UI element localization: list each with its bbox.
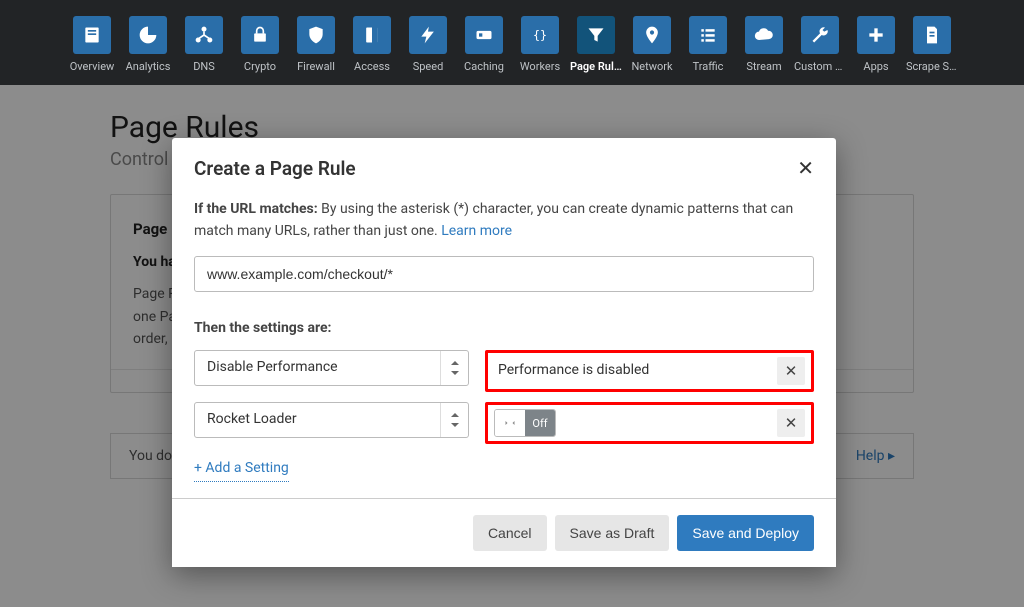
setting-value-text: Performance is disabled bbox=[494, 360, 769, 382]
nav-label: Access bbox=[346, 60, 398, 73]
workers-icon: {} bbox=[521, 16, 559, 54]
access-icon bbox=[353, 16, 391, 54]
close-icon: ✕ bbox=[797, 158, 814, 180]
nav-network[interactable]: Network bbox=[631, 16, 674, 73]
nav-access[interactable]: Access bbox=[351, 16, 394, 73]
lock-icon bbox=[241, 16, 279, 54]
nav-pagerules[interactable]: Page Rules bbox=[575, 16, 618, 73]
nav-label: Analytics bbox=[122, 60, 174, 73]
wrench-icon bbox=[801, 16, 839, 54]
setting-row: Rocket Loader Off ✕ bbox=[194, 402, 814, 444]
nav-dns[interactable]: DNS bbox=[183, 16, 226, 73]
nav-workers[interactable]: {} Workers bbox=[519, 16, 562, 73]
setting-select-disable-performance[interactable]: Disable Performance bbox=[194, 350, 469, 386]
nav-label: Speed bbox=[402, 60, 454, 73]
modal-header: Create a Page Rule ✕ bbox=[172, 138, 836, 191]
url-pattern-input[interactable] bbox=[194, 256, 814, 292]
setting-value-box: Off ✕ bbox=[485, 402, 814, 444]
nav-caching[interactable]: Caching bbox=[463, 16, 506, 73]
nav-customp[interactable]: Custom P… bbox=[799, 16, 842, 73]
nav-crypto[interactable]: Crypto bbox=[239, 16, 282, 73]
svg-text:{}: {} bbox=[533, 28, 547, 42]
nav-label: Scrape Sh… bbox=[906, 60, 958, 73]
nav-traffic[interactable]: Traffic bbox=[687, 16, 730, 73]
nav-scrape[interactable]: Scrape Sh… bbox=[911, 16, 954, 73]
save-deploy-button[interactable]: Save and Deploy bbox=[677, 515, 814, 551]
chevron-updown-icon bbox=[440, 403, 468, 437]
add-setting-link[interactable]: + Add a Setting bbox=[194, 458, 289, 482]
cancel-button[interactable]: Cancel bbox=[473, 515, 547, 551]
modal-title: Create a Page Rule bbox=[194, 157, 356, 180]
caching-icon bbox=[465, 16, 503, 54]
setting-row: Disable Performance Performance is disab… bbox=[194, 350, 814, 392]
nav-speed[interactable]: Speed bbox=[407, 16, 450, 73]
nav-label: Firewall bbox=[290, 60, 342, 73]
nav-apps[interactable]: Apps bbox=[855, 16, 898, 73]
nav-label: Traffic bbox=[682, 60, 734, 73]
top-nav: Overview Analytics DNS Crypto Firewall A… bbox=[0, 0, 1024, 85]
analytics-icon bbox=[129, 16, 167, 54]
close-icon: ✕ bbox=[785, 414, 798, 432]
nav-label: Workers bbox=[514, 60, 566, 73]
nav-label: Network bbox=[626, 60, 678, 73]
nav-firewall[interactable]: Firewall bbox=[295, 16, 338, 73]
pin-icon bbox=[633, 16, 671, 54]
nav-label: Caching bbox=[458, 60, 510, 73]
funnel-icon bbox=[577, 16, 615, 54]
remove-setting-button[interactable]: ✕ bbox=[777, 357, 805, 385]
then-label: Then the settings are: bbox=[194, 318, 814, 340]
document-icon bbox=[913, 16, 951, 54]
modal-body: If the URL matches: By using the asteris… bbox=[172, 191, 836, 499]
setting-value-box: Performance is disabled ✕ bbox=[485, 350, 814, 392]
toggle-off-label: Off bbox=[525, 410, 555, 436]
nav-label: Page Rules bbox=[570, 60, 622, 73]
on-off-toggle[interactable]: Off bbox=[494, 409, 556, 437]
create-page-rule-modal: Create a Page Rule ✕ If the URL matches:… bbox=[172, 138, 836, 567]
nav-label: Apps bbox=[850, 60, 902, 73]
overview-icon bbox=[73, 16, 111, 54]
nav-label: Custom P… bbox=[794, 60, 846, 73]
list-icon bbox=[689, 16, 727, 54]
close-icon: ✕ bbox=[785, 362, 798, 380]
learn-more-link[interactable]: Learn more bbox=[441, 223, 512, 239]
nav-label: Stream bbox=[738, 60, 790, 73]
chevron-updown-icon bbox=[440, 351, 468, 385]
close-button[interactable]: ✕ bbox=[797, 156, 814, 181]
shield-icon bbox=[297, 16, 335, 54]
nav-label: Overview bbox=[66, 60, 118, 73]
select-value: Disable Performance bbox=[207, 357, 338, 379]
cloud-icon bbox=[745, 16, 783, 54]
nav-stream[interactable]: Stream bbox=[743, 16, 786, 73]
save-draft-button[interactable]: Save as Draft bbox=[555, 515, 670, 551]
toggle-arrows-icon bbox=[504, 417, 516, 429]
modal-footer: Cancel Save as Draft Save and Deploy bbox=[172, 499, 836, 567]
nav-label: Crypto bbox=[234, 60, 286, 73]
nav-label: DNS bbox=[178, 60, 230, 73]
dns-icon bbox=[185, 16, 223, 54]
remove-setting-button[interactable]: ✕ bbox=[777, 409, 805, 437]
bolt-icon bbox=[409, 16, 447, 54]
modal-description: If the URL matches: By using the asteris… bbox=[194, 199, 814, 242]
toggle-on-side bbox=[495, 410, 525, 436]
select-value: Rocket Loader bbox=[207, 409, 297, 431]
nav-overview[interactable]: Overview bbox=[71, 16, 114, 73]
setting-select-rocket-loader[interactable]: Rocket Loader bbox=[194, 402, 469, 438]
nav-analytics[interactable]: Analytics bbox=[127, 16, 170, 73]
plus-icon bbox=[857, 16, 895, 54]
